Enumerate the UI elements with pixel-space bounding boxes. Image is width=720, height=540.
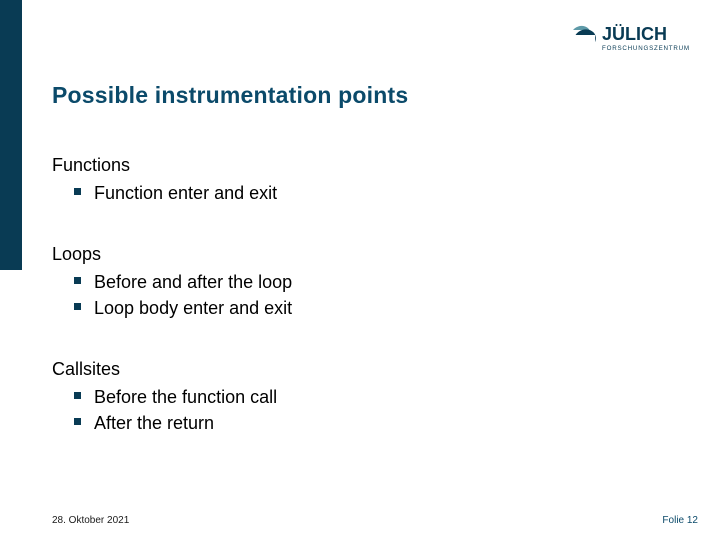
list-item: After the return bbox=[94, 410, 652, 436]
section-loops: Loops Before and after the loop Loop bod… bbox=[52, 244, 652, 321]
list-item: Function enter and exit bbox=[94, 180, 652, 206]
slide-title: Possible instrumentation points bbox=[52, 82, 408, 109]
footer-page: Folie 12 bbox=[662, 515, 698, 526]
bullet-list: Function enter and exit bbox=[52, 180, 652, 206]
brand-name: JÜLICH bbox=[602, 24, 667, 44]
list-item: Before and after the loop bbox=[94, 269, 652, 295]
section-callsites: Callsites Before the function call After… bbox=[52, 359, 652, 436]
bullet-list: Before and after the loop Loop body ente… bbox=[52, 269, 652, 321]
bullet-list: Before the function call After the retur… bbox=[52, 384, 652, 436]
side-accent bbox=[0, 0, 22, 540]
footer-date: 28. Oktober 2021 bbox=[52, 515, 129, 526]
section-heading: Callsites bbox=[52, 359, 652, 380]
list-item: Before the function call bbox=[94, 384, 652, 410]
brand-sub: FORSCHUNGSZENTRUM bbox=[602, 45, 690, 52]
juelich-logo-icon: JÜLICH FORSCHUNGSZENTRUM bbox=[570, 18, 698, 58]
list-item: Loop body enter and exit bbox=[94, 295, 652, 321]
section-heading: Loops bbox=[52, 244, 652, 265]
side-accent-dark bbox=[0, 0, 22, 270]
brand-logo: JÜLICH FORSCHUNGSZENTRUM bbox=[570, 18, 698, 63]
section-functions: Functions Function enter and exit bbox=[52, 155, 652, 206]
slide-content: Functions Function enter and exit Loops … bbox=[52, 155, 652, 474]
section-heading: Functions bbox=[52, 155, 652, 176]
